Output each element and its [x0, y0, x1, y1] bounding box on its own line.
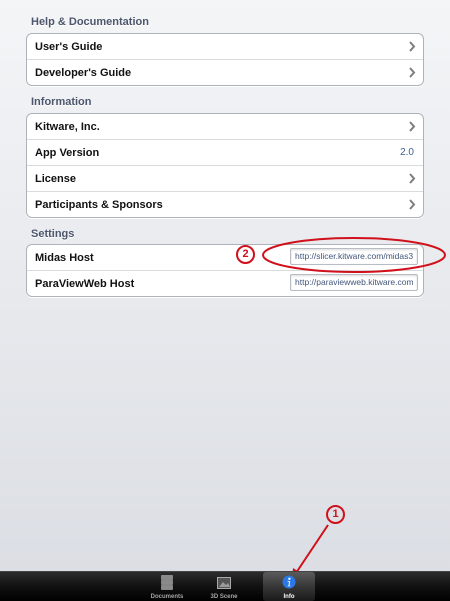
info-icon — [282, 575, 296, 589]
chevron-right-icon — [409, 67, 416, 78]
row-label: ParaViewWeb Host — [35, 277, 135, 290]
tab-label: 3D Scene — [210, 594, 238, 600]
row-participants-sponsors[interactable]: Participants & Sponsors — [27, 191, 423, 217]
annotation-marker-2: 2 — [236, 245, 255, 264]
settings-group: Midas Host ParaViewWeb Host — [26, 244, 424, 297]
chevron-right-icon — [409, 121, 416, 132]
row-label: Developer's Guide — [35, 66, 132, 79]
tab-label: Documents — [150, 594, 184, 600]
help-group: User's Guide Developer's Guide — [26, 33, 424, 86]
tab-info[interactable]: Info — [263, 572, 315, 601]
information-group: Kitware, Inc. App Version 2.0 License Pa… — [26, 113, 424, 218]
row-app-version: App Version 2.0 — [27, 139, 423, 165]
row-label: Midas Host — [35, 251, 94, 264]
section-header-help: Help & Documentation — [31, 16, 149, 28]
chevron-right-icon — [409, 173, 416, 184]
midas-host-input[interactable] — [290, 248, 418, 265]
row-license[interactable]: License — [27, 165, 423, 191]
row-label: User's Guide — [35, 40, 103, 53]
row-midas-host: Midas Host — [27, 245, 423, 270]
annotation-overlay — [262, 237, 446, 580]
annotation-marker-1: 1 — [326, 505, 345, 524]
scene-icon — [217, 577, 231, 589]
documents-icon — [161, 575, 173, 590]
row-label: Kitware, Inc. — [35, 120, 100, 133]
annotation-arrow-line — [295, 524, 329, 574]
tab-documents[interactable]: Documents — [141, 572, 193, 601]
row-label: Participants & Sponsors — [35, 198, 163, 211]
paraviewweb-host-input[interactable] — [290, 274, 418, 291]
row-label: App Version — [35, 146, 100, 159]
row-paraviewweb-host: ParaViewWeb Host — [27, 270, 423, 296]
chevron-right-icon — [409, 199, 416, 210]
tab-3d-scene[interactable]: 3D Scene — [198, 572, 250, 601]
row-label: License — [35, 172, 76, 185]
section-header-information: Information — [31, 96, 92, 108]
tab-bar: Documents 3D Scene Info — [0, 571, 450, 601]
row-users-guide[interactable]: User's Guide — [27, 34, 423, 59]
section-header-settings: Settings — [31, 228, 75, 240]
chevron-right-icon — [409, 41, 416, 52]
tab-label: Info — [283, 594, 295, 600]
row-developers-guide[interactable]: Developer's Guide — [27, 59, 423, 85]
app-version-value: 2.0 — [400, 147, 414, 158]
row-kitware[interactable]: Kitware, Inc. — [27, 114, 423, 139]
